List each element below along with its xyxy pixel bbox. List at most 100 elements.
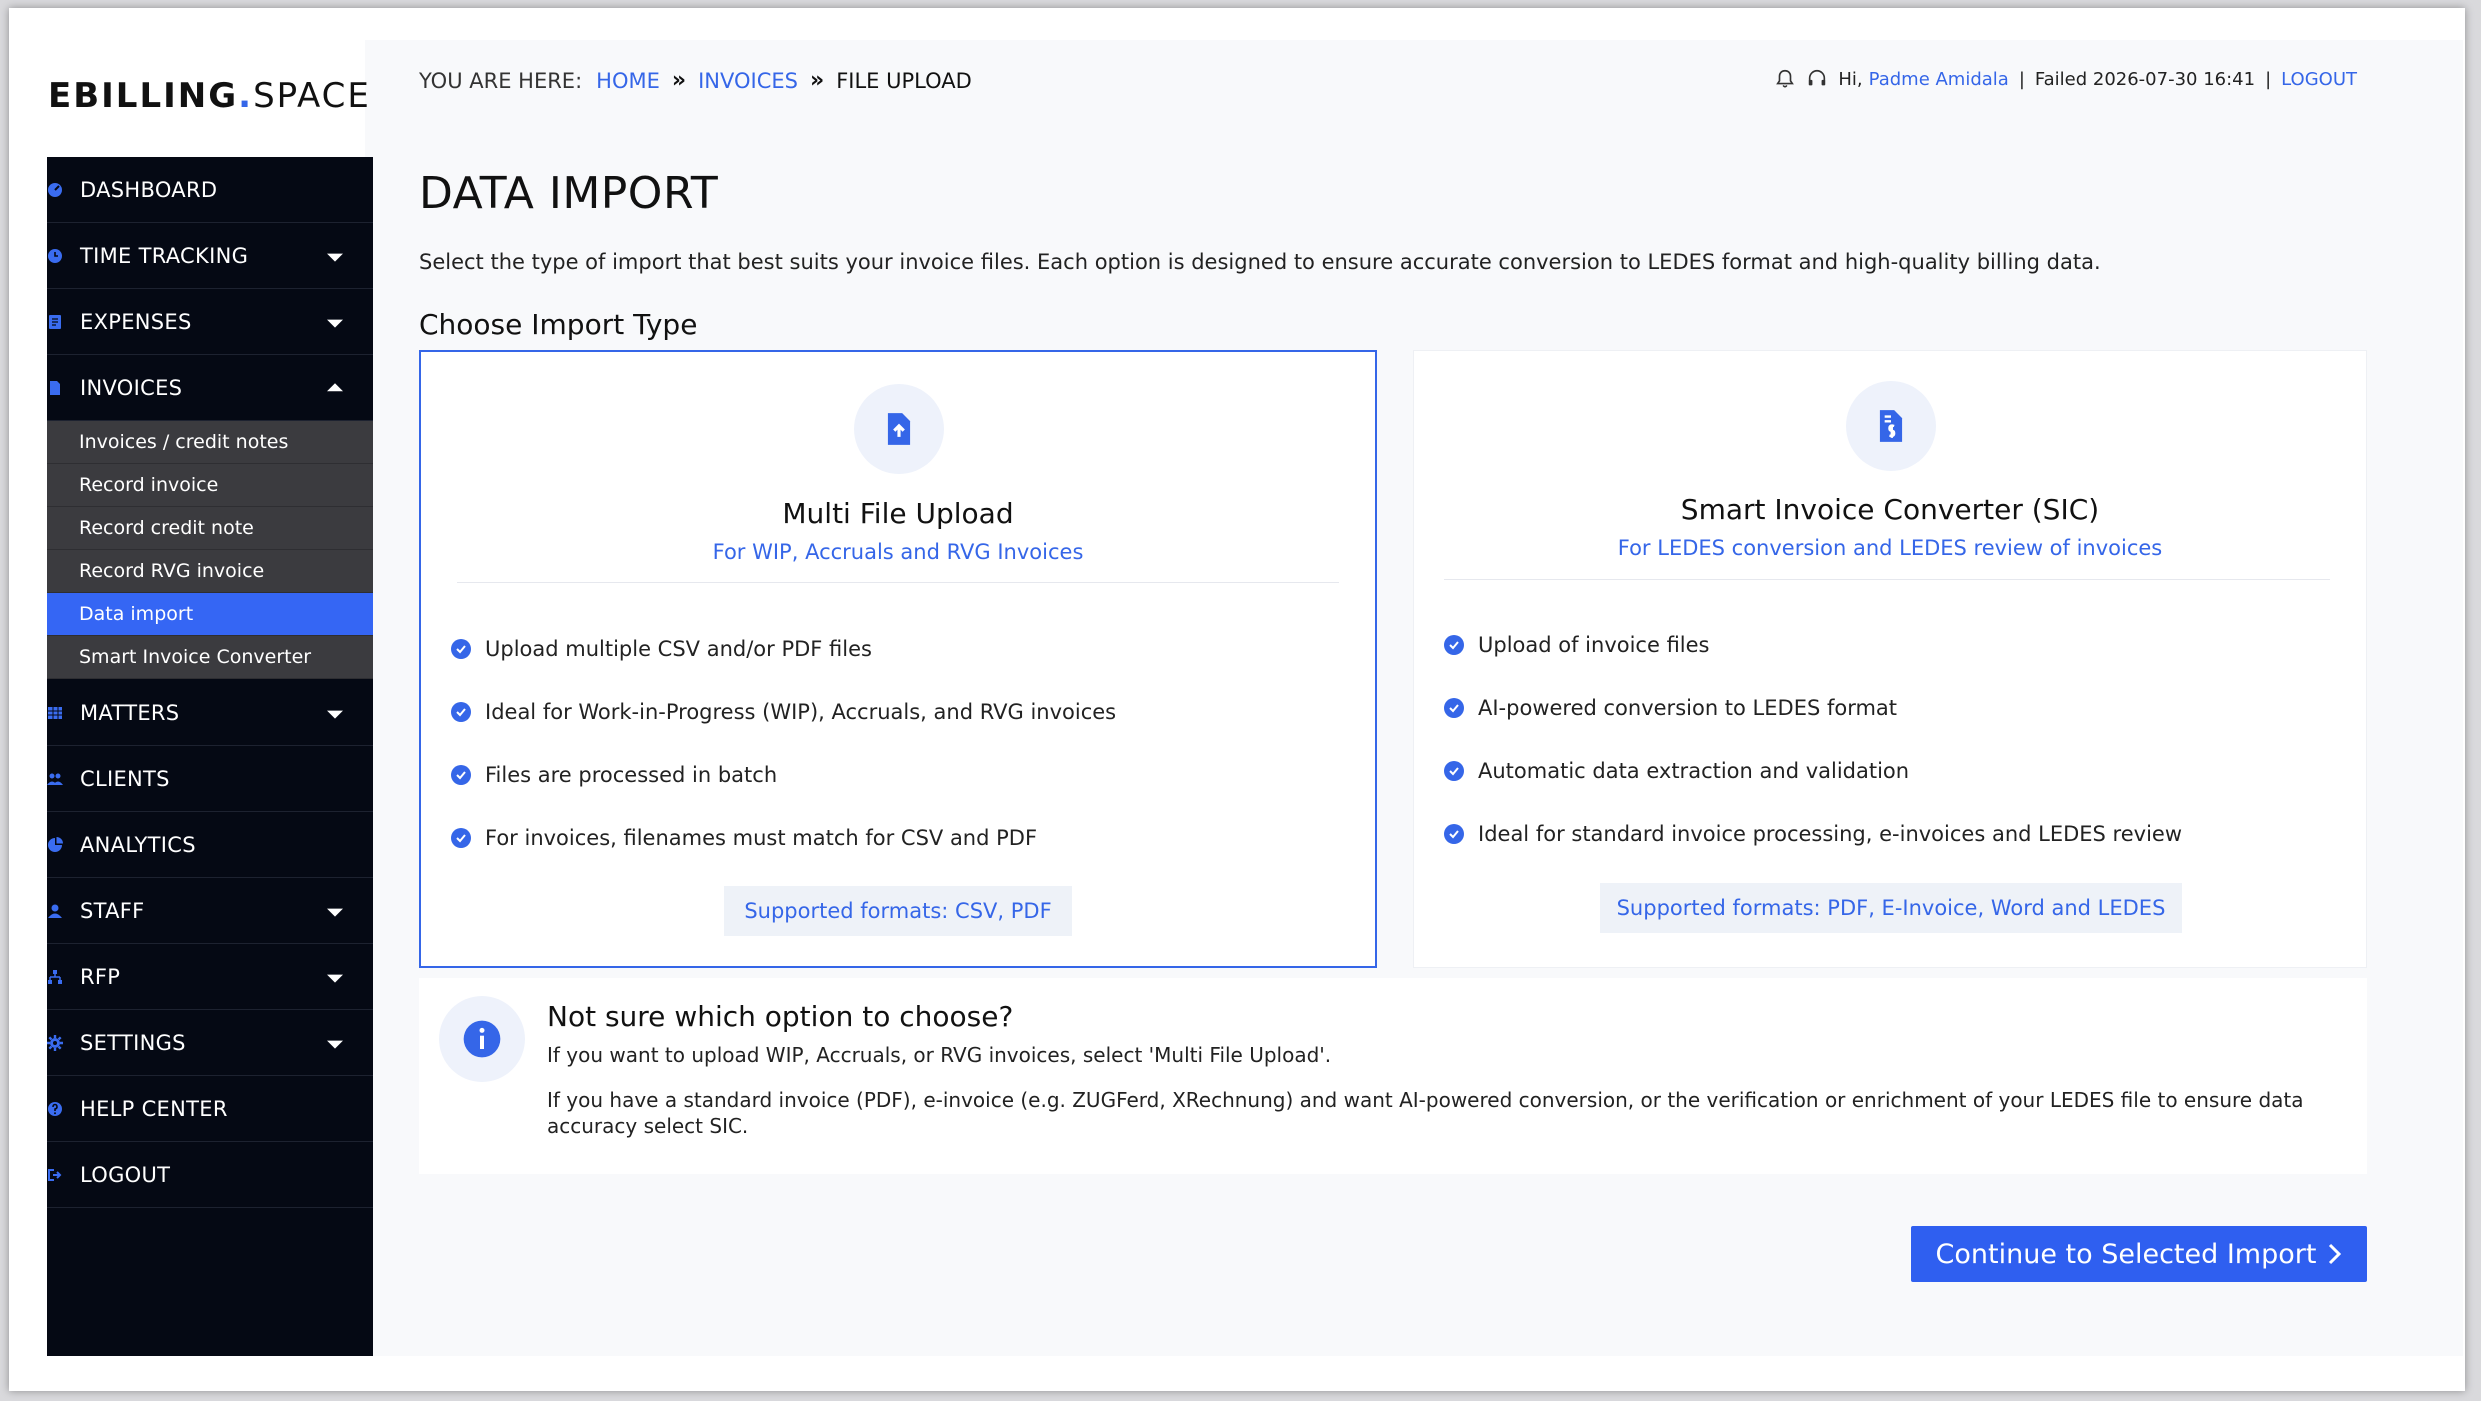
import-option-multi-file-upload[interactable]: Multi File Upload For WIP, Accruals and … xyxy=(419,350,1377,968)
info-icon xyxy=(463,1020,501,1058)
continue-button[interactable]: Continue to Selected Import xyxy=(1911,1226,2367,1282)
double-chevron-right-icon: » xyxy=(809,68,825,93)
sidebar-item-label: HELP CENTER xyxy=(80,1096,228,1121)
brand-suffix: SPACE xyxy=(253,76,371,116)
submenu-item-invoices-credit-notes[interactable]: Invoices / credit notes xyxy=(47,421,373,464)
double-chevron-right-icon: » xyxy=(671,68,687,93)
sidebar-item-expenses[interactable]: EXPENSES xyxy=(47,289,373,355)
feature-text: Ideal for Work-in-Progress (WIP), Accrua… xyxy=(485,699,1117,724)
check-circle-icon xyxy=(451,827,471,848)
supported-formats-badge: Supported formats: PDF, E-Invoice, Word … xyxy=(1600,883,2182,933)
sidebar-item-invoices[interactable]: INVOICES xyxy=(47,355,373,421)
chevron-down-icon xyxy=(327,1040,343,1049)
list-item: Files are processed in batch xyxy=(451,743,1116,806)
breadcrumb: YOU ARE HERE: HOME » INVOICES » FILE UPL… xyxy=(419,68,972,93)
chevron-down-icon xyxy=(327,253,343,262)
logout-link[interactable]: LOGOUT xyxy=(2281,69,2357,90)
sitemap-icon xyxy=(47,969,75,985)
feature-text: Upload multiple CSV and/or PDF files xyxy=(485,636,872,661)
section-title: Choose Import Type xyxy=(419,308,698,341)
sidebar-item-label: INVOICES xyxy=(80,375,183,400)
sidebar-nav: DASHBOARD TIME TRACKING EXPENSES INVOICE… xyxy=(47,157,373,1356)
user-icon xyxy=(47,903,75,919)
feature-list: Upload of invoice files AI-powered conve… xyxy=(1444,613,2182,865)
feature-text: Files are processed in batch xyxy=(485,762,778,787)
card-subtitle: For WIP, Accruals and RVG Invoices xyxy=(712,540,1084,564)
check-circle-icon xyxy=(1444,823,1464,844)
submenu-item-record-rvg-invoice[interactable]: Record RVG invoice xyxy=(47,550,373,593)
sidebar-item-rfp[interactable]: RFP xyxy=(47,944,373,1010)
bell-icon[interactable] xyxy=(1774,68,1796,90)
clock-icon xyxy=(47,248,75,264)
chevron-down-icon xyxy=(327,710,343,719)
brand-logo[interactable]: EBILLING.SPACE xyxy=(48,76,371,116)
chevron-right-icon xyxy=(2329,1243,2342,1265)
sidebar-item-dashboard[interactable]: DASHBOARD xyxy=(47,157,373,223)
sidebar-item-label: TIME TRACKING xyxy=(80,243,249,268)
submenu-item-data-import[interactable]: Data import xyxy=(47,593,373,636)
feature-text: Upload of invoice files xyxy=(1478,632,1710,657)
supported-formats-badge: Supported formats: CSV, PDF xyxy=(724,886,1072,936)
card-title: Smart Invoice Converter (SIC) xyxy=(1680,493,2100,526)
breadcrumb-home-link[interactable]: HOME xyxy=(596,69,660,93)
info-line-2: If you have a standard invoice (PDF), e-… xyxy=(547,1088,2304,1138)
check-circle-icon xyxy=(451,701,471,722)
sidebar-item-settings[interactable]: SETTINGS xyxy=(47,1010,373,1076)
feature-text: Automatic data extraction and validation xyxy=(1478,758,1910,783)
info-title: Not sure which option to choose? xyxy=(547,1000,1014,1033)
grid-icon xyxy=(47,705,75,721)
file-icon xyxy=(47,380,75,396)
import-option-smart-invoice-converter[interactable]: Smart Invoice Converter (SIC) For LEDES … xyxy=(1413,350,2367,968)
card-divider xyxy=(457,582,1339,583)
separator: | xyxy=(2018,68,2025,90)
list-item: AI-powered conversion to LEDES format xyxy=(1444,676,2182,739)
card-divider xyxy=(1444,579,2330,580)
headset-icon[interactable] xyxy=(1806,68,1828,90)
info-line-1: If you want to upload WIP, Accruals, or … xyxy=(547,1043,1332,1067)
check-circle-icon xyxy=(451,638,471,659)
card-title: Multi File Upload xyxy=(782,497,1014,530)
sidebar-item-staff[interactable]: STAFF xyxy=(47,878,373,944)
file-upload-icon xyxy=(854,384,944,474)
sidebar-item-clients[interactable]: CLIENTS xyxy=(47,746,373,812)
check-circle-icon xyxy=(1444,760,1464,781)
dashboard-icon xyxy=(47,182,75,198)
users-icon xyxy=(47,771,75,787)
user-profile-link[interactable]: Padme Amidala xyxy=(1869,69,2009,90)
user-bar: Hi, Padme Amidala | Failed 2026-07-30 16… xyxy=(1774,68,2357,90)
feature-list: Upload multiple CSV and/or PDF files Ide… xyxy=(451,617,1116,869)
sidebar-item-label: ANALYTICS xyxy=(80,832,196,857)
submenu-item-smart-invoice-converter[interactable]: Smart Invoice Converter xyxy=(47,636,373,679)
breadcrumb-label: YOU ARE HERE: xyxy=(419,68,583,93)
info-icon-wrapper xyxy=(439,996,525,1082)
separator: | xyxy=(2265,68,2272,90)
submenu-item-record-invoice[interactable]: Record invoice xyxy=(47,464,373,507)
sidebar-item-analytics[interactable]: ANALYTICS xyxy=(47,812,373,878)
help-info-box: Not sure which option to choose? If you … xyxy=(419,978,2367,1174)
sidebar-item-matters[interactable]: MATTERS xyxy=(47,680,373,746)
sidebar-item-label: DASHBOARD xyxy=(80,177,218,202)
sidebar-item-label: STAFF xyxy=(80,898,145,923)
sidebar-item-label: MATTERS xyxy=(80,700,180,725)
list-item: Automatic data extraction and validation xyxy=(1444,739,2182,802)
help-icon xyxy=(47,1101,75,1117)
breadcrumb-invoices-link[interactable]: INVOICES xyxy=(698,69,798,93)
chevron-down-icon xyxy=(327,974,343,983)
sidebar-item-logout[interactable]: LOGOUT xyxy=(47,1142,373,1208)
sidebar-item-time-tracking[interactable]: TIME TRACKING xyxy=(47,223,373,289)
sidebar-item-label: CLIENTS xyxy=(80,766,170,791)
continue-button-label: Continue to Selected Import xyxy=(1935,1238,2317,1270)
check-circle-icon xyxy=(1444,634,1464,655)
card-subtitle: For LEDES conversion and LEDES review of… xyxy=(1617,536,2163,560)
breadcrumb-current: FILE UPLOAD xyxy=(836,68,972,93)
sidebar: EBILLING.SPACE DASHBOARD TIME TRACKING E… xyxy=(39,40,373,1356)
submenu-item-record-credit-note[interactable]: Record credit note xyxy=(47,507,373,550)
check-circle-icon xyxy=(1444,697,1464,718)
status-text: Failed 2026-07-30 16:41 xyxy=(2034,68,2256,90)
sidebar-item-help-center[interactable]: HELP CENTER xyxy=(47,1076,373,1142)
brand-dot: . xyxy=(238,76,254,116)
list-item: Upload multiple CSV and/or PDF files xyxy=(451,617,1116,680)
greeting-text: Hi, xyxy=(1838,68,1863,90)
chevron-up-icon xyxy=(327,382,343,391)
intro-text: Select the type of import that best suit… xyxy=(419,250,2101,274)
